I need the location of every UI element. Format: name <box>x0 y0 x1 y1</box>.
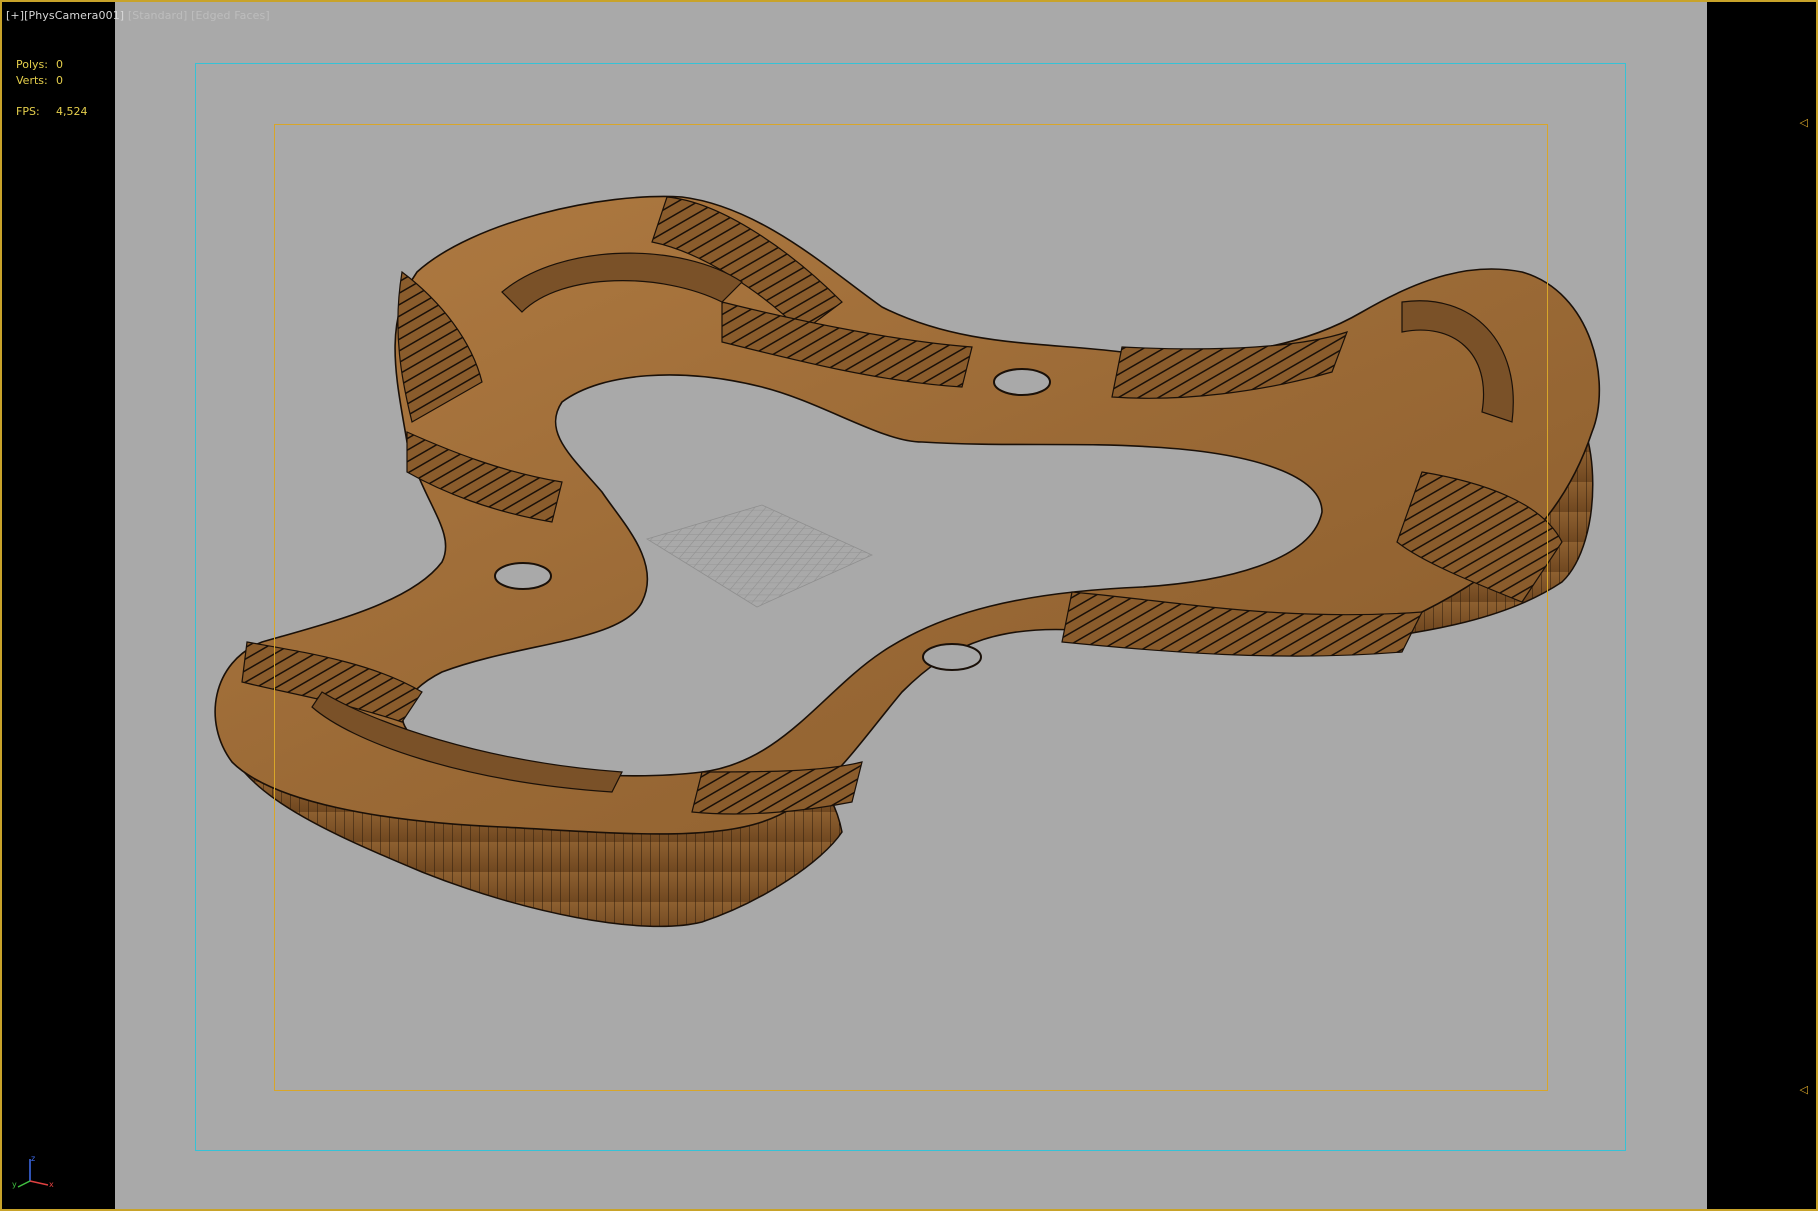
viewport-plus-menu[interactable]: [+] <box>6 9 24 22</box>
viewport-camera-menu[interactable]: [PhysCamera001] <box>24 9 124 22</box>
verts-label: Verts: <box>16 74 48 87</box>
polys-stat: Polys: 0 <box>16 58 63 71</box>
svg-text:z: z <box>31 1154 35 1163</box>
fps-value: 4,524 <box>56 105 88 118</box>
polys-label: Polys: <box>16 58 48 71</box>
verts-value: 0 <box>56 74 63 87</box>
frame-marker-top-icon: ◁ <box>1799 116 1808 129</box>
svg-text:y: y <box>12 1180 17 1189</box>
viewport-label-menu[interactable]: [+][PhysCamera001] [Standard] [Edged Fac… <box>6 9 270 22</box>
action-safe-frame <box>274 124 1548 1091</box>
polys-value: 0 <box>56 58 63 71</box>
svg-text:x: x <box>49 1180 54 1189</box>
frame-marker-bottom-icon: ◁ <box>1799 1083 1808 1096</box>
viewport-shading-menu[interactable]: [Standard] <box>128 9 188 22</box>
xyz-axis-tripod-icon: z x y <box>12 1154 54 1189</box>
verts-stat: Verts: 0 <box>16 74 63 87</box>
fps-label: FPS: <box>16 105 40 118</box>
viewport-display-menu[interactable]: [Edged Faces] <box>191 9 270 22</box>
fps-stat: FPS: 4,524 <box>16 105 88 118</box>
camera-viewport[interactable]: [+][PhysCamera001] [Standard] [Edged Fac… <box>0 0 1818 1211</box>
